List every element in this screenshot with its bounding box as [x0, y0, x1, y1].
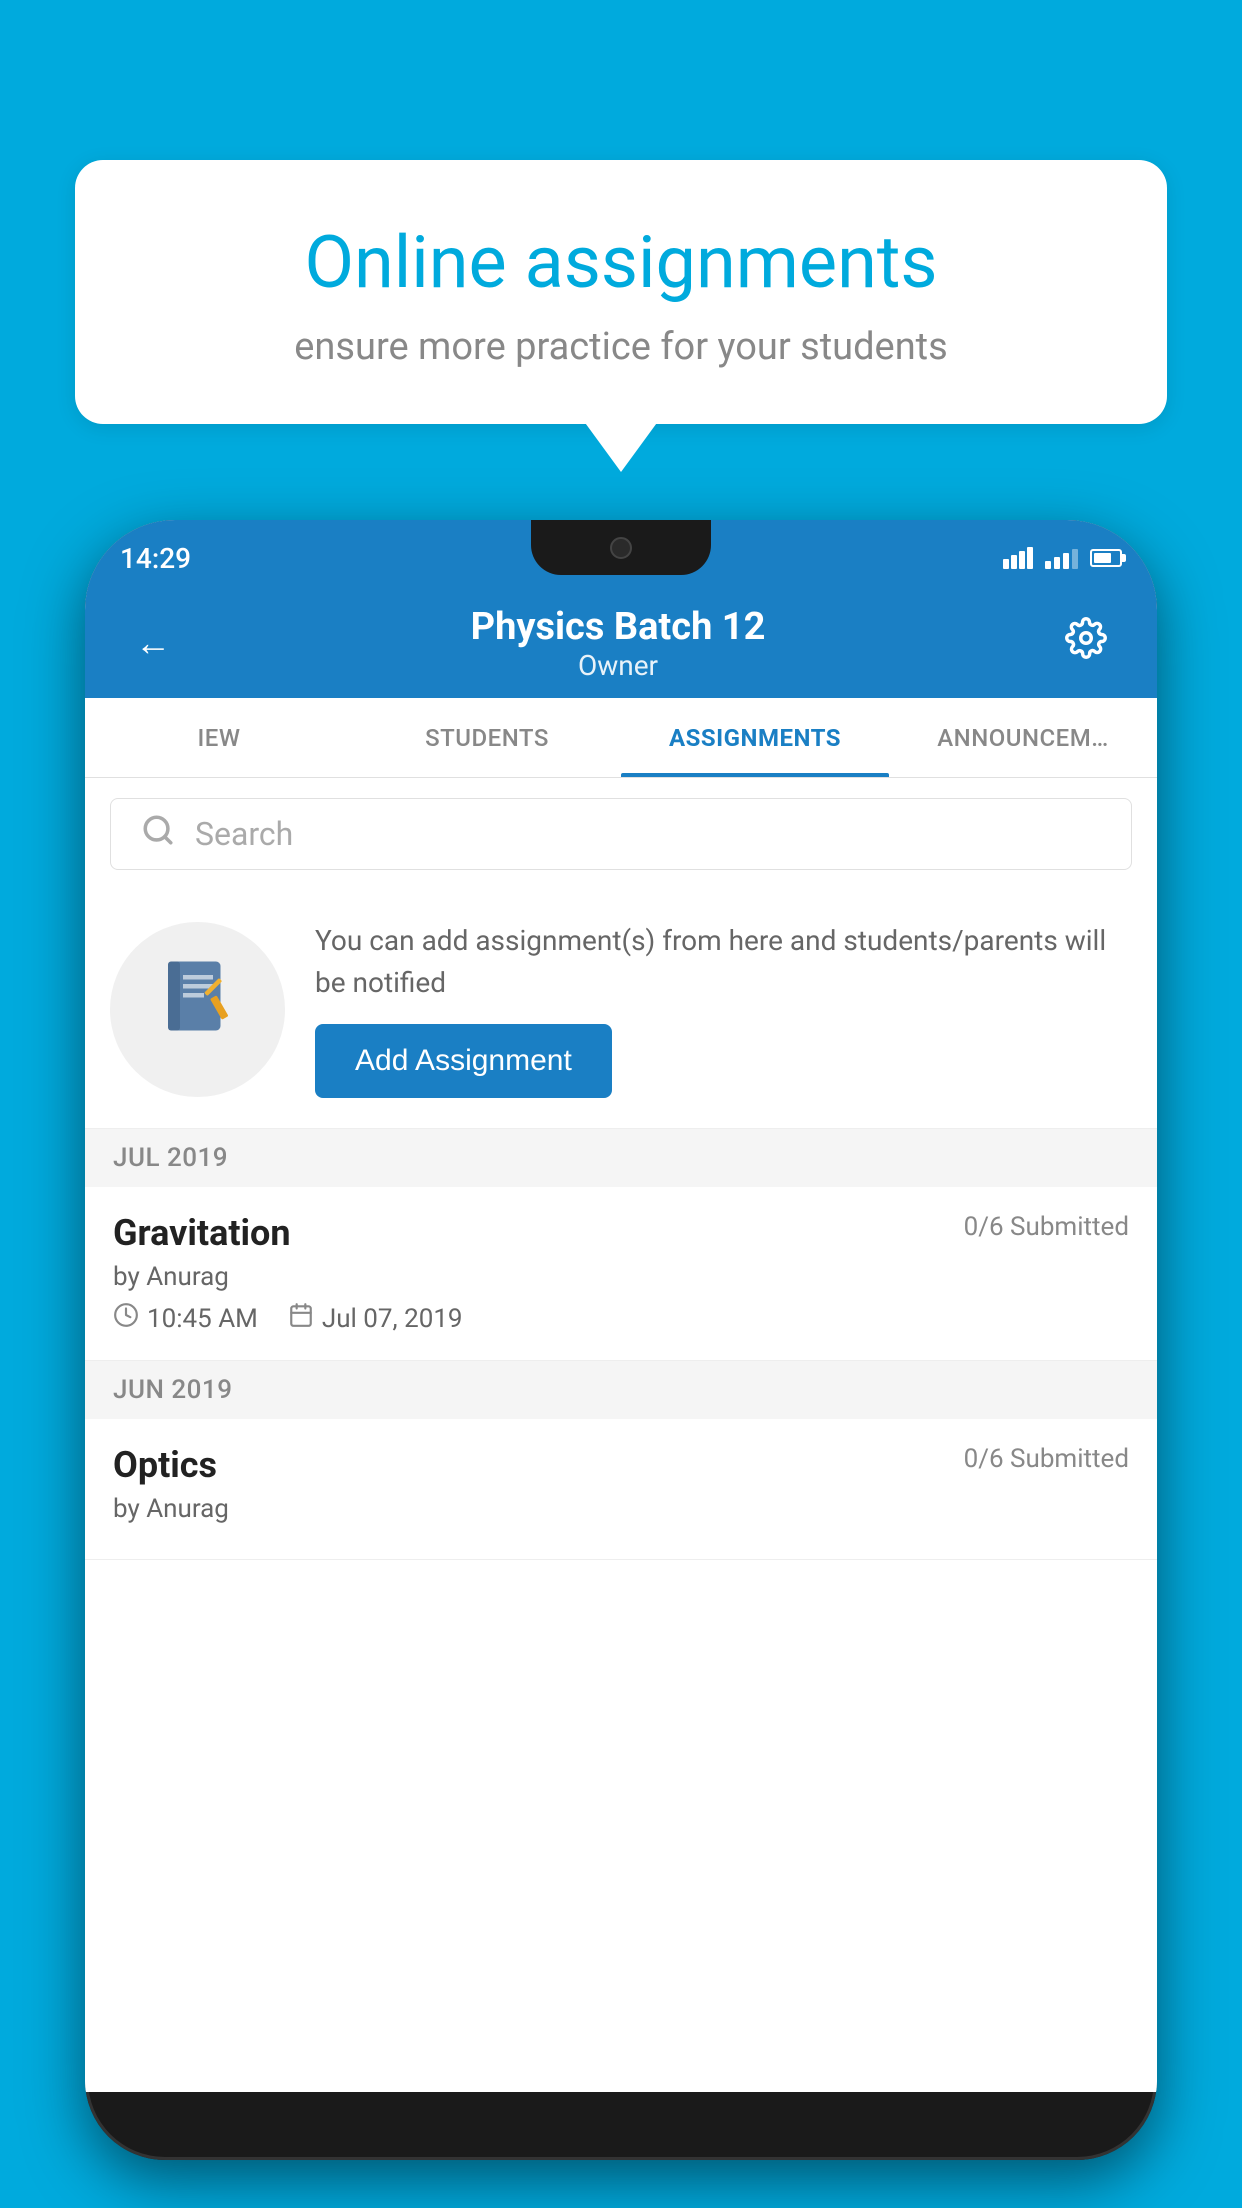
calendar-icon — [288, 1302, 314, 1335]
assignment-title: Gravitation — [113, 1212, 291, 1254]
assignment-date: Jul 07, 2019 — [288, 1302, 463, 1335]
search-icon — [141, 813, 175, 856]
assignment-submitted: 0/6 Submitted — [964, 1212, 1129, 1242]
promo-icon-circle — [110, 922, 285, 1097]
speech-bubble: Online assignments ensure more practice … — [75, 160, 1167, 424]
header-center: Physics Batch 12 Owner — [471, 605, 766, 682]
tab-announcements[interactable]: ANNOUNCEM… — [889, 698, 1157, 777]
assignment-title-optics: Optics — [113, 1444, 217, 1486]
search-input[interactable]: Search — [110, 798, 1132, 870]
search-container: Search — [85, 778, 1157, 890]
phone-screen: 14:29 — [85, 520, 1157, 2092]
status-time: 14:29 — [120, 542, 191, 575]
app-header: ← Physics Batch 12 Owner — [85, 588, 1157, 698]
promo-section: You can add assignment(s) from here and … — [85, 890, 1157, 1129]
speech-bubble-container: Online assignments ensure more practice … — [75, 160, 1167, 424]
back-button[interactable]: ← — [125, 612, 181, 674]
time-value: 10:45 AM — [147, 1304, 258, 1334]
tabs-container: IEW STUDENTS ASSIGNMENTS ANNOUNCEM… — [85, 698, 1157, 778]
header-subtitle: Owner — [471, 649, 766, 682]
screen-content: Search — [85, 778, 1157, 2092]
notebook-icon — [153, 954, 243, 1064]
assignment-author: by Anurag — [113, 1262, 1129, 1292]
tab-assignments[interactable]: ASSIGNMENTS — [621, 698, 889, 777]
section-header-jul: JUL 2019 — [85, 1129, 1157, 1187]
phone-container: 14:29 — [85, 520, 1157, 2208]
section-header-jun: JUN 2019 — [85, 1361, 1157, 1419]
assignment-top-row-optics: Optics 0/6 Submitted — [113, 1444, 1129, 1486]
bubble-title: Online assignments — [145, 220, 1097, 305]
settings-button[interactable] — [1055, 607, 1117, 680]
date-value: Jul 07, 2019 — [322, 1304, 463, 1334]
assignment-meta: 10:45 AM Jul 07, 201 — [113, 1302, 1129, 1335]
status-icons — [1003, 547, 1122, 569]
promo-description: You can add assignment(s) from here and … — [315, 920, 1132, 1004]
add-assignment-button[interactable]: Add Assignment — [315, 1024, 612, 1098]
assignment-item-gravitation[interactable]: Gravitation 0/6 Submitted by Anurag — [85, 1187, 1157, 1361]
battery-icon — [1090, 549, 1122, 567]
header-title: Physics Batch 12 — [471, 605, 766, 649]
bubble-subtitle: ensure more practice for your students — [145, 325, 1097, 369]
assignment-top-row: Gravitation 0/6 Submitted — [113, 1212, 1129, 1254]
assignment-author-optics: by Anurag — [113, 1494, 1129, 1524]
assignment-submitted-optics: 0/6 Submitted — [964, 1444, 1129, 1474]
assignment-item-optics[interactable]: Optics 0/6 Submitted by Anurag — [85, 1419, 1157, 1560]
phone-notch — [531, 520, 711, 575]
assignment-time: 10:45 AM — [113, 1302, 258, 1335]
clock-icon — [113, 1302, 139, 1335]
promo-text-area: You can add assignment(s) from here and … — [315, 920, 1132, 1098]
wifi-icon — [1003, 547, 1033, 569]
tab-students[interactable]: STUDENTS — [353, 698, 621, 777]
phone-frame: 14:29 — [85, 520, 1157, 2160]
tab-iew[interactable]: IEW — [85, 698, 353, 777]
camera — [610, 537, 632, 559]
search-placeholder: Search — [195, 815, 293, 853]
signal-icon — [1045, 547, 1078, 569]
